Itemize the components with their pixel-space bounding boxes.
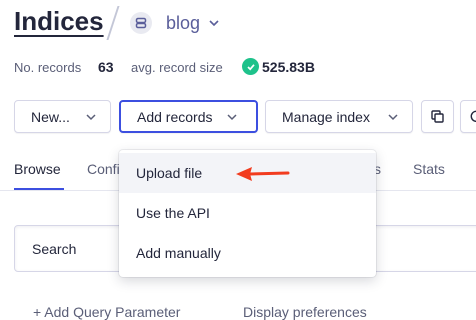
refresh-icon xyxy=(470,110,476,122)
tab-selected-indicator xyxy=(14,188,64,190)
menu-item-add-manually[interactable]: Add manually xyxy=(119,233,376,273)
manage-index-label: Manage index xyxy=(282,108,370,125)
chevron-down-icon xyxy=(86,114,96,121)
more-actions-button[interactable] xyxy=(460,100,476,133)
copy-icon xyxy=(431,110,444,123)
record-size-value: 525.83B xyxy=(262,59,315,75)
records-value: 63 xyxy=(98,59,114,75)
page-title[interactable]: Indices xyxy=(14,6,104,37)
tab-configuration[interactable]: Confi xyxy=(87,161,120,177)
new-button-label: New... xyxy=(31,108,70,125)
copy-index-button[interactable] xyxy=(421,100,454,133)
add-records-button[interactable]: Add records xyxy=(119,100,258,133)
tab-stats[interactable]: Stats xyxy=(413,161,445,177)
chevron-down-icon[interactable] xyxy=(209,19,219,27)
chevron-down-icon xyxy=(227,114,237,121)
annotation-arrow-icon xyxy=(236,167,290,181)
new-button[interactable]: New... xyxy=(14,100,111,133)
check-circle-icon xyxy=(242,58,259,75)
index-selector[interactable]: blog xyxy=(166,13,200,34)
chevron-down-icon xyxy=(388,114,398,121)
add-records-label: Add records xyxy=(137,108,213,125)
manage-index-button[interactable]: Manage index xyxy=(265,100,413,133)
menu-item-use-api[interactable]: Use the API xyxy=(119,193,376,233)
breadcrumb-separator xyxy=(106,6,120,40)
database-icon xyxy=(130,12,152,34)
tab-browse[interactable]: Browse xyxy=(14,161,61,177)
records-label: No. records xyxy=(14,60,82,75)
record-size-label: avg. record size xyxy=(131,60,223,75)
display-preferences-link[interactable]: Display preferences xyxy=(243,304,367,320)
add-query-parameter-link[interactable]: + Add Query Parameter xyxy=(33,304,180,320)
search-placeholder: Search xyxy=(32,241,77,257)
